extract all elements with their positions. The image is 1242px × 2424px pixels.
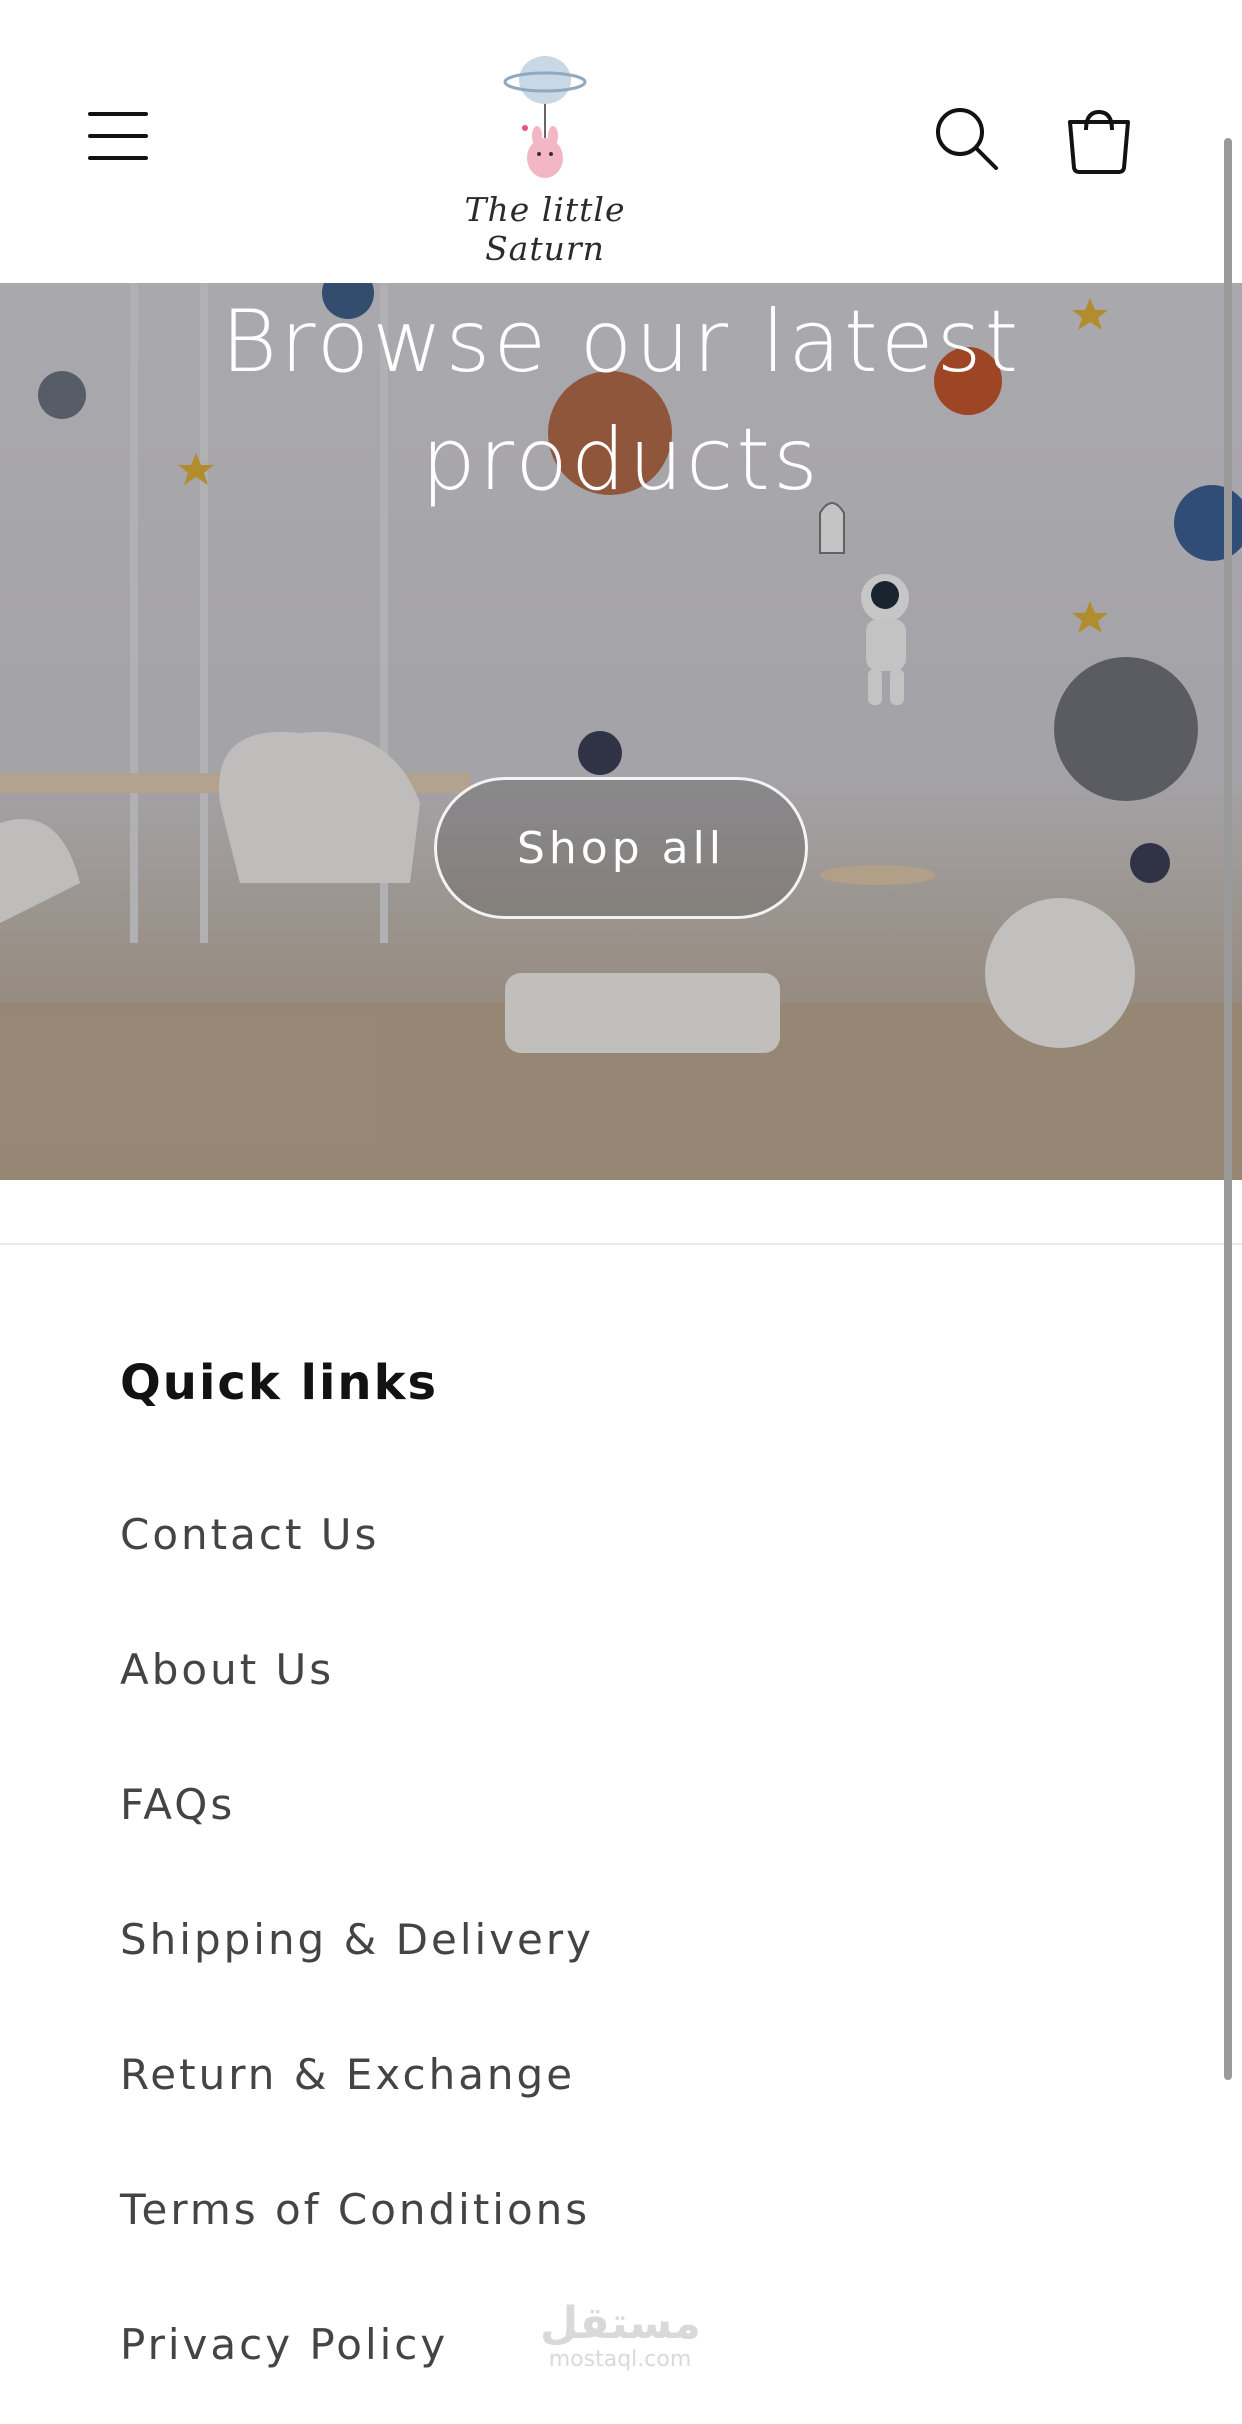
hero-banner: Browse our latest products Shop all xyxy=(0,283,1242,1180)
hero-title-line1: Browse our latest xyxy=(220,292,1022,392)
footer-link-return-exchange[interactable]: Return & Exchange xyxy=(120,2050,594,2185)
quick-links-list: Contact Us About Us FAQs Shipping & Deli… xyxy=(120,1510,594,2424)
footer-link-contact-us[interactable]: Contact Us xyxy=(120,1510,594,1645)
footer-link-privacy-policy[interactable]: Privacy Policy xyxy=(120,2320,594,2424)
cart-icon[interactable] xyxy=(1064,100,1134,174)
watermark-domain: mostaql.com xyxy=(548,2347,692,2372)
hero-title-line2: products xyxy=(421,410,821,510)
hamburger-menu-icon[interactable] xyxy=(88,108,150,164)
search-icon[interactable] xyxy=(932,104,1002,174)
quick-links-heading: Quick links xyxy=(120,1355,439,1411)
hero-title: Browse our latest products xyxy=(120,283,1122,519)
section-divider xyxy=(0,1243,1242,1245)
shop-all-button[interactable]: Shop all xyxy=(434,777,808,919)
site-header: The little Saturn xyxy=(0,0,1242,283)
footer-link-faqs[interactable]: FAQs xyxy=(120,1780,594,1915)
watermark-arabic: مستقل xyxy=(540,2298,701,2349)
footer-link-about-us[interactable]: About Us xyxy=(120,1645,594,1780)
brand-logo[interactable]: The little Saturn xyxy=(400,40,690,268)
footer-link-shipping-delivery[interactable]: Shipping & Delivery xyxy=(120,1915,594,2050)
saturn-bunny-logo-icon xyxy=(503,56,587,178)
watermark: مستقل mostaql.com xyxy=(540,2298,701,2372)
page-scrollbar[interactable] xyxy=(1224,138,1232,2080)
footer-link-terms[interactable]: Terms of Conditions xyxy=(120,2185,594,2320)
logo-wordmark: The little Saturn xyxy=(464,190,626,268)
